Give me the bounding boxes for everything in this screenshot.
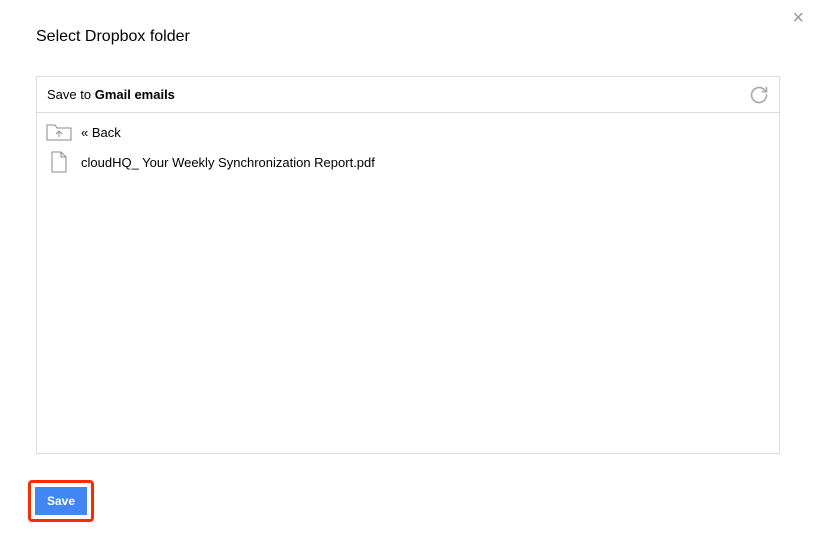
close-icon[interactable]: × bbox=[792, 8, 804, 28]
path-prefix: Save to bbox=[47, 87, 95, 102]
path-folder: Gmail emails bbox=[95, 87, 175, 102]
save-button[interactable]: Save bbox=[35, 487, 87, 515]
folder-up-icon bbox=[43, 120, 75, 144]
file-icon bbox=[43, 150, 75, 174]
dialog-title: Select Dropbox folder bbox=[36, 28, 190, 46]
refresh-icon[interactable] bbox=[749, 85, 769, 105]
folder-panel: Save to Gmail emails « Back bbox=[36, 76, 780, 454]
file-row[interactable]: cloudHQ_ Your Weekly Synchronization Rep… bbox=[37, 147, 779, 177]
file-name: cloudHQ_ Your Weekly Synchronization Rep… bbox=[81, 155, 375, 170]
path-text: Save to Gmail emails bbox=[47, 87, 175, 102]
save-highlight: Save bbox=[28, 480, 94, 522]
panel-body: « Back cloudHQ_ Your Weekly Synchronizat… bbox=[37, 113, 779, 181]
back-row[interactable]: « Back bbox=[37, 117, 779, 147]
panel-header: Save to Gmail emails bbox=[37, 77, 779, 113]
back-link[interactable]: « Back bbox=[81, 125, 121, 140]
